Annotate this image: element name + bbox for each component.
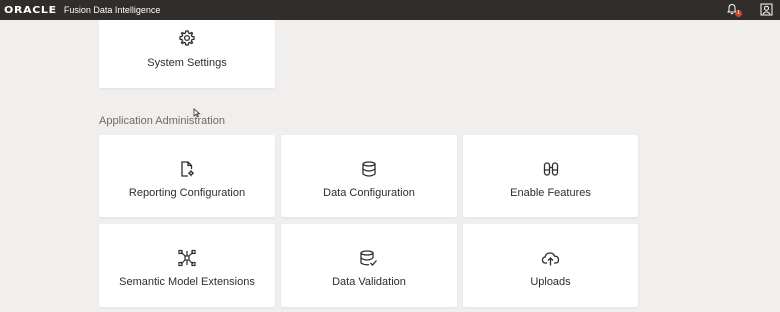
uploads-label: Uploads (530, 276, 571, 288)
report-config-icon (178, 160, 196, 178)
oracle-logo: ORACLE (4, 4, 57, 16)
semantic-model-extensions-card[interactable]: Semantic Model Extensions (99, 224, 275, 307)
gear-icon (178, 29, 196, 47)
enable-features-card[interactable]: Enable Features (463, 135, 638, 217)
data-configuration-card[interactable]: Data Configuration (281, 135, 457, 217)
enable-features-label: Enable Features (510, 187, 591, 199)
semantic-model-extensions-label: Semantic Model Extensions (119, 276, 255, 288)
reporting-configuration-label: Reporting Configuration (128, 187, 246, 199)
topbar-actions: 1 (726, 3, 774, 17)
top-navigation-bar: ORACLE Fusion Data Intelligence 1 (0, 0, 780, 20)
database-icon (360, 160, 378, 178)
section-title-application-administration: Application Administration (99, 115, 225, 127)
network-icon (177, 249, 197, 267)
user-profile-icon (760, 3, 773, 16)
binoculars-icon (542, 160, 560, 178)
system-settings-card[interactable]: System Settings (99, 20, 275, 88)
notification-count-badge: 1 (735, 10, 742, 17)
data-validation-label: Data Validation (332, 276, 406, 288)
user-menu-button[interactable] (760, 3, 774, 17)
mouse-cursor-icon (193, 108, 201, 118)
cloud-upload-icon (541, 249, 561, 267)
database-check-icon (359, 249, 379, 267)
system-settings-label: System Settings (147, 57, 227, 69)
data-validation-card[interactable]: Data Validation (281, 224, 457, 307)
notification-button[interactable]: 1 (726, 3, 742, 17)
data-configuration-label: Data Configuration (323, 187, 415, 199)
product-name: Fusion Data Intelligence (63, 5, 161, 15)
uploads-card[interactable]: Uploads (463, 224, 638, 307)
reporting-configuration-card[interactable]: Reporting Configuration (99, 135, 275, 217)
